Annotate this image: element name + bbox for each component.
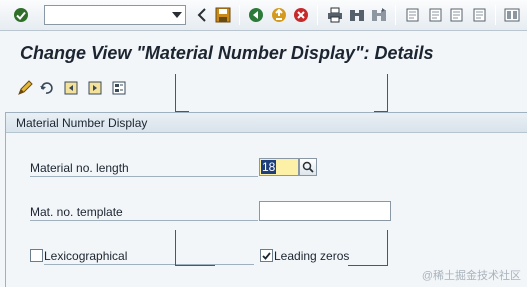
command-input[interactable] xyxy=(45,6,169,24)
label-underline xyxy=(30,176,258,177)
lexicographical-label: Lexicographical xyxy=(44,249,128,263)
label-underline xyxy=(30,220,258,221)
next-page-icon[interactable] xyxy=(448,6,466,24)
last-page-icon[interactable] xyxy=(470,6,488,24)
exit-icon[interactable] xyxy=(270,6,288,24)
template-label: Mat. no. template xyxy=(30,205,123,219)
previous-entry-icon[interactable] xyxy=(62,79,80,97)
material-length-label: Material no. length xyxy=(30,161,129,175)
enter-icon[interactable] xyxy=(12,6,30,24)
next-entry-icon[interactable] xyxy=(86,79,104,97)
search-icon xyxy=(302,161,314,173)
lexicographical-checkbox[interactable] xyxy=(30,249,43,262)
find-next-icon[interactable] xyxy=(370,6,388,24)
undo-icon[interactable] xyxy=(38,79,56,97)
material-length-value: 18 xyxy=(261,160,277,174)
command-field[interactable] xyxy=(44,5,186,25)
material-length-field[interactable]: 18 xyxy=(259,158,299,176)
first-page-icon[interactable] xyxy=(404,6,422,24)
previous-page-icon[interactable] xyxy=(426,6,444,24)
highlight-marker-top-left xyxy=(175,74,189,112)
watermark: @稀土掘金技术社区 xyxy=(421,270,521,282)
label-underline xyxy=(44,264,254,265)
frame-header: Material Number Display xyxy=(6,113,527,133)
cancel-icon[interactable] xyxy=(292,6,310,24)
leading-zeros-label: Leading zeros xyxy=(274,249,350,263)
back-icon[interactable] xyxy=(247,6,265,24)
find-icon[interactable] xyxy=(348,6,366,24)
collapse-icon[interactable] xyxy=(193,6,211,24)
value-help-button[interactable] xyxy=(299,158,317,176)
print-icon[interactable] xyxy=(326,6,344,24)
leading-zeros-checkbox[interactable] xyxy=(260,249,273,262)
system-toolbar xyxy=(0,0,527,31)
application-toolbar xyxy=(0,72,527,104)
variable-list-icon[interactable] xyxy=(110,79,128,97)
checkmark-icon xyxy=(262,252,271,260)
display-change-icon[interactable] xyxy=(16,79,34,97)
title-bar: Change View "Material Number Display": D… xyxy=(0,32,527,72)
frame-title: Material Number Display xyxy=(16,116,148,130)
page-title: Change View "Material Number Display": D… xyxy=(20,43,434,63)
template-field[interactable] xyxy=(259,201,391,221)
save-icon[interactable] xyxy=(214,6,232,24)
highlight-marker-bottom-right xyxy=(348,230,388,266)
highlight-marker-top-right xyxy=(374,74,388,112)
chevron-down-icon[interactable] xyxy=(169,6,185,24)
layout-icon[interactable] xyxy=(503,6,521,24)
highlight-marker-bottom-left xyxy=(175,230,215,266)
